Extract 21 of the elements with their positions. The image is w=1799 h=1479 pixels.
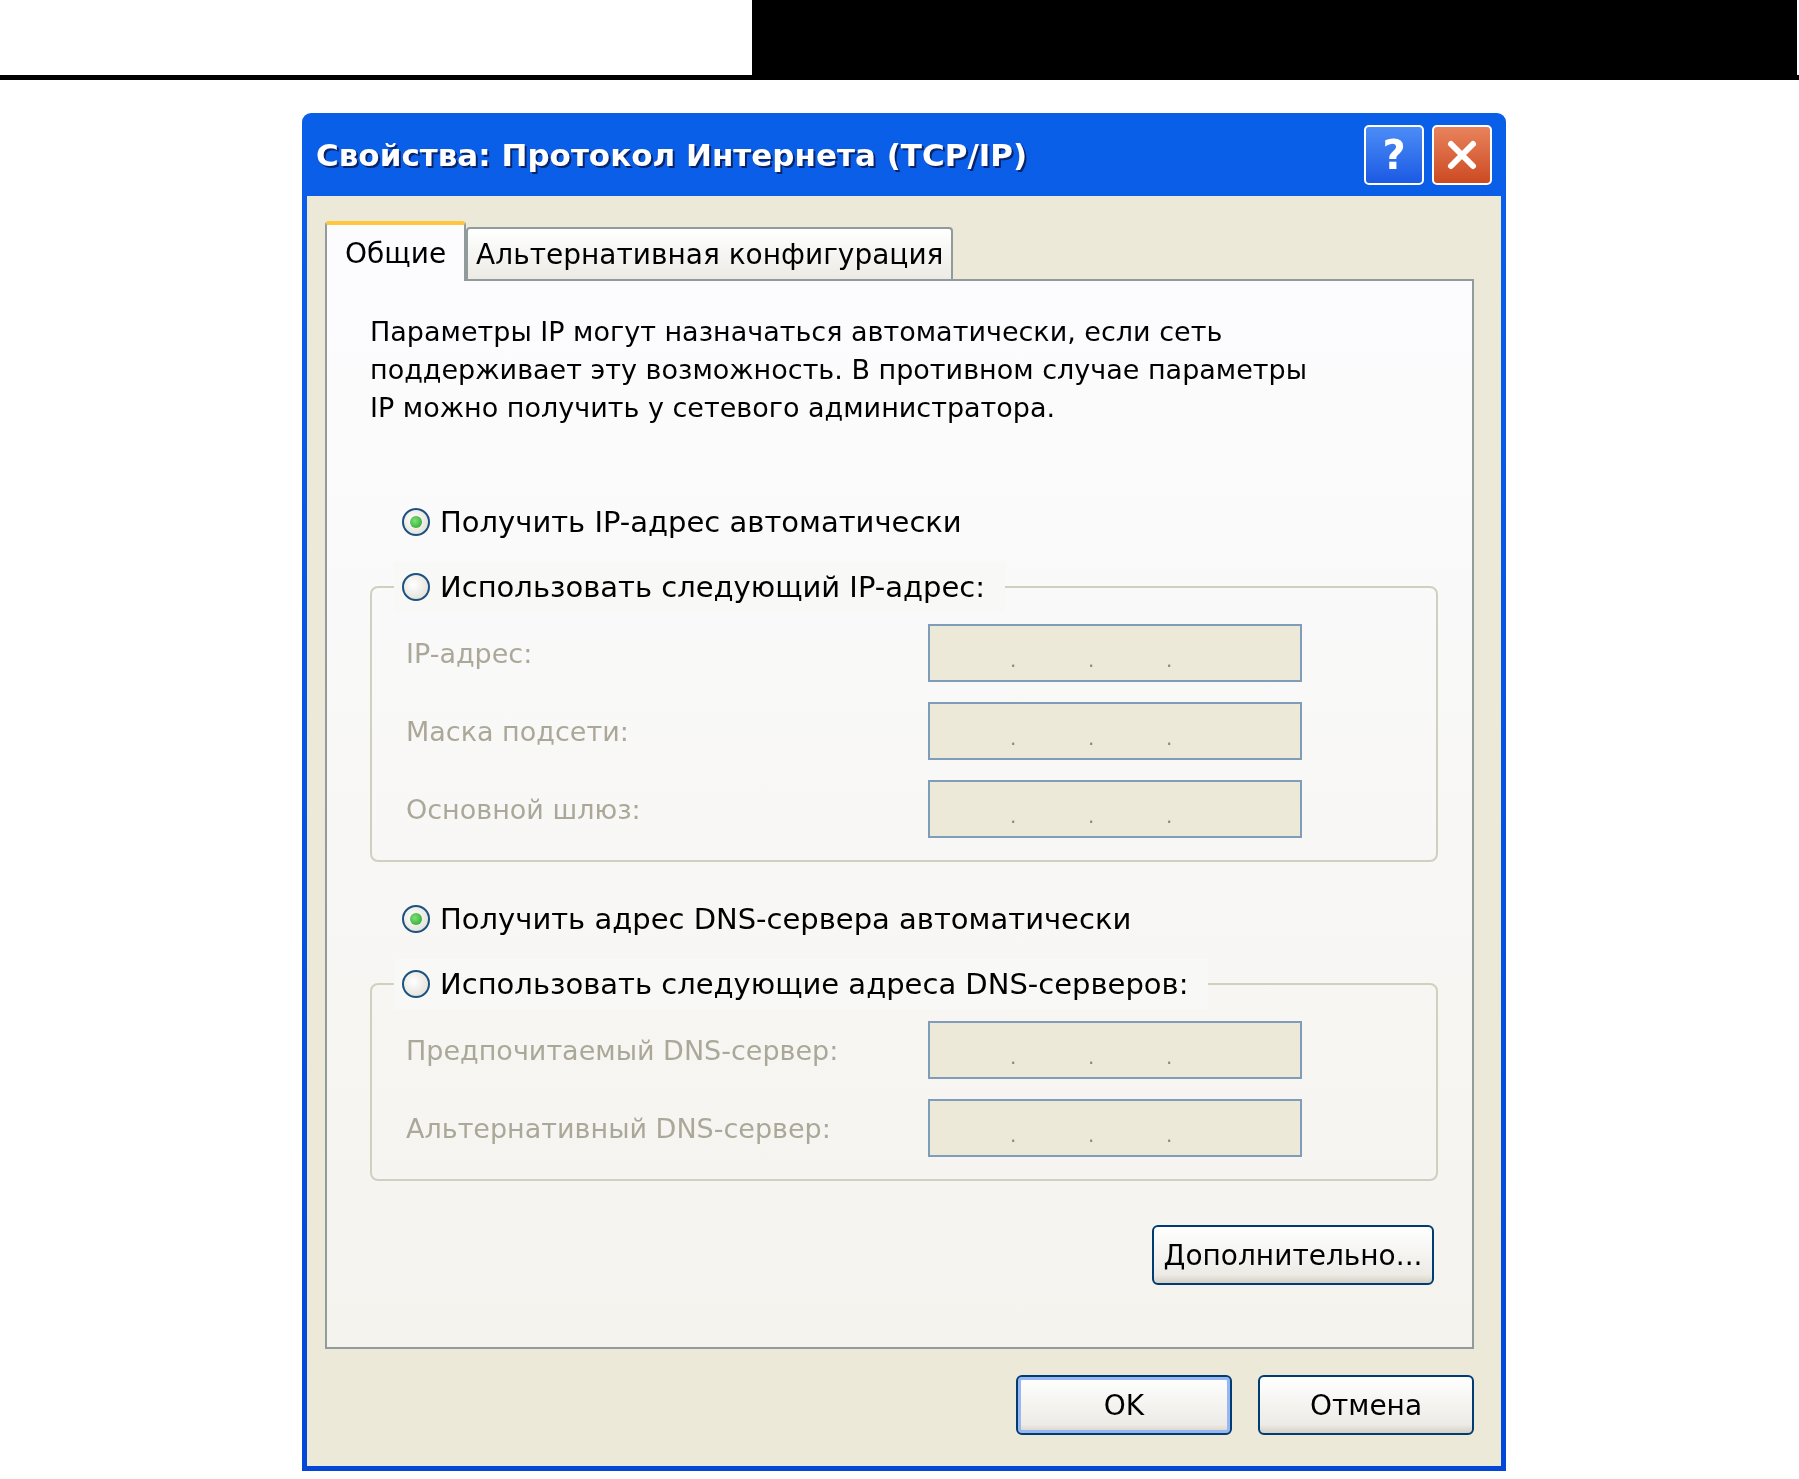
tab[interactable]: Общие bbox=[325, 221, 467, 281]
description-text: Параметры IP могут назначаться автоматически, если сеть поддерживает эту возможность. В противном случае параметры IP можно получить у сетевого администратора. bbox=[370, 315, 1308, 425]
window-title: Свойства: Протокол Интернета (TCP/IP) bbox=[316, 136, 1029, 173]
help-button[interactable]: ? bbox=[1364, 124, 1424, 185]
radio-option[interactable]: Получить IP-адрес автоматически bbox=[402, 497, 962, 547]
cancel-button[interactable]: Отмена bbox=[1258, 1375, 1474, 1435]
field-label: Маска подсети: bbox=[406, 715, 630, 747]
radio-button[interactable] bbox=[402, 508, 430, 536]
tab[interactable]: Альтернативная конфигурация bbox=[466, 227, 954, 279]
field-label: Предпочитаемый DNS-сервер: bbox=[406, 1034, 840, 1066]
radio-button[interactable] bbox=[402, 970, 430, 998]
radio-option[interactable]: Получить адрес DNS-сервера автоматически bbox=[402, 894, 1132, 944]
radio-button[interactable] bbox=[402, 905, 430, 933]
radio-button[interactable] bbox=[402, 573, 430, 601]
field-label: Основной шлюз: bbox=[406, 793, 642, 825]
field-label: IP-адрес: bbox=[406, 637, 534, 669]
advanced-button[interactable]: Дополнительно... bbox=[1152, 1225, 1434, 1285]
field-label: Альтернативный DNS-сервер: bbox=[406, 1112, 832, 1144]
radio-option[interactable]: Использовать следующий IP-адрес: bbox=[394, 562, 1006, 612]
close-button[interactable] bbox=[1432, 124, 1492, 185]
ok-button[interactable]: OK bbox=[1016, 1375, 1232, 1435]
